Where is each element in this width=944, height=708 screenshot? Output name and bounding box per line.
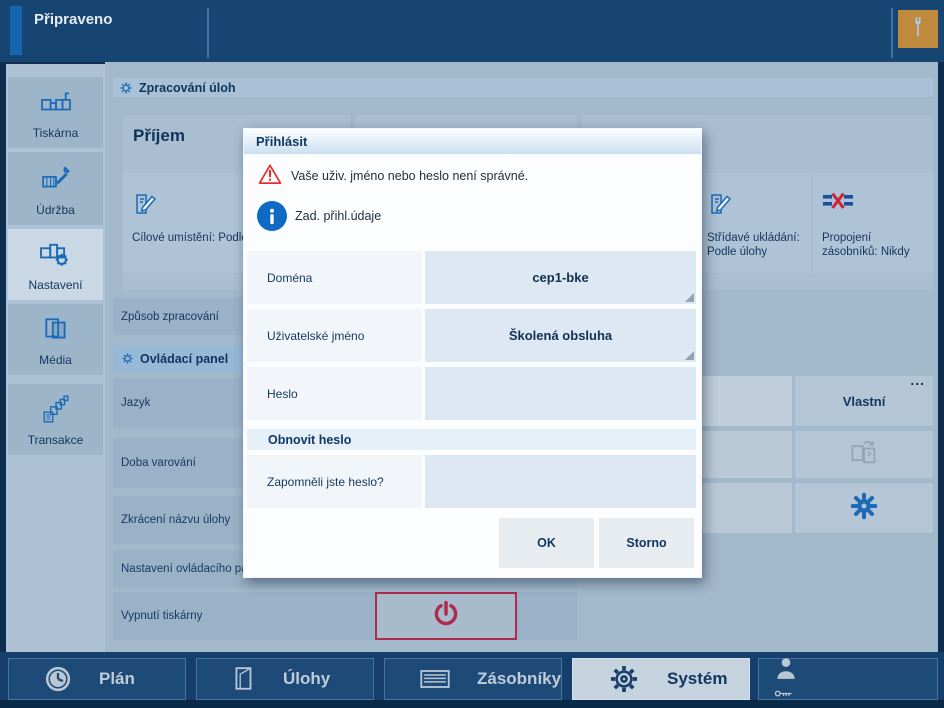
printer-settings-icon <box>38 229 74 278</box>
tab-plan[interactable]: Plán <box>8 658 186 700</box>
settings-gear-button[interactable] <box>795 483 933 533</box>
login-info-message: Zad. přihl.údaje <box>257 201 381 231</box>
sidebar: Tiskárna Údržba Nastavení Média Transakc… <box>6 64 105 652</box>
domain-label: Doména <box>247 251 422 304</box>
section-title: Zpracování úloh <box>139 80 236 95</box>
info-icon <box>257 201 287 231</box>
username-label: Uživatelské jméno <box>247 309 422 362</box>
tab-label: Úlohy <box>283 669 331 688</box>
copy-pages-icon <box>849 438 879 471</box>
dialog-title-bar: Přihlásit <box>244 129 701 154</box>
card-propojeni-zasobniku[interactable]: Propojení zásobníků: Nikdy <box>813 173 933 273</box>
right-row-cell <box>702 431 792 478</box>
sidebar-item-transakce[interactable]: Transakce <box>8 384 103 455</box>
tab-system[interactable]: Systém <box>572 658 750 700</box>
power-icon <box>430 598 462 635</box>
login-dialog: Přihlásit Vaše uživ. jméno nebo heslo ne… <box>243 128 702 578</box>
right-row-cell <box>702 483 792 533</box>
section-title: Ovládací panel <box>140 351 229 366</box>
row-label: Zkrácení názvu úlohy <box>121 514 231 526</box>
job-processing-icon <box>119 81 133 95</box>
sidebar-item-label: Údržba <box>36 203 75 217</box>
row-label: Vypnutí tiskárny <box>121 610 203 622</box>
domain-input[interactable]: cep1-bke <box>425 251 696 304</box>
system-gear-icon <box>607 662 641 696</box>
cancel-button[interactable]: Storno <box>599 518 694 568</box>
gear-icon <box>849 491 879 526</box>
tab-label: Plán <box>99 669 135 688</box>
wrench-icon <box>907 12 929 47</box>
copy-settings-button-disabled[interactable] <box>795 431 933 478</box>
reset-password-section-header: Obnovit heslo <box>247 429 696 450</box>
tab-zasobniky[interactable]: Zásobníky <box>384 658 562 700</box>
clock-icon <box>43 664 73 694</box>
card-stridave-ukladani[interactable]: Střídavé ukládání: Podle úlohy <box>698 173 810 273</box>
login-user-button[interactable] <box>758 656 938 700</box>
username-input[interactable]: Školená obsluha <box>425 309 696 362</box>
forgot-password-label: Zapomněli jste heslo? <box>247 455 422 508</box>
printer-icon <box>39 77 73 126</box>
bottom-nav-bar: Plán Úlohy Zásobníky Systém <box>0 652 944 700</box>
control-panel-icon <box>121 352 134 365</box>
resize-grip-icon <box>685 293 694 302</box>
jobs-document-icon <box>231 664 257 694</box>
sidebar-item-label: Tiskárna <box>32 126 79 140</box>
status-accent-bar <box>10 6 22 55</box>
service-wrench-button[interactable] <box>898 10 938 48</box>
custom-button[interactable]: ... Vlastní <box>795 372 933 426</box>
resize-grip-icon <box>685 351 694 360</box>
row-label: Způsob zpracování <box>121 310 219 323</box>
edit-pencil-icon <box>707 194 733 221</box>
topbar-divider <box>891 8 893 58</box>
tab-ulohy[interactable]: Úlohy <box>196 658 374 700</box>
login-error-message: Vaše uživ. jméno nebo heslo není správné… <box>258 163 528 188</box>
power-off-button[interactable] <box>375 592 517 640</box>
panel-title-prijem: Příjem <box>133 126 185 145</box>
password-input[interactable] <box>425 367 696 420</box>
section-header-zpracovani-uloh: Zpracování úloh <box>113 78 933 97</box>
more-dots: ... <box>910 372 925 388</box>
forgot-password-input[interactable] <box>425 455 696 508</box>
edit-pencil-icon <box>132 194 158 221</box>
user-icon <box>773 656 799 685</box>
ok-button[interactable]: OK <box>499 518 594 568</box>
topbar-divider <box>207 8 209 58</box>
trays-icon <box>419 666 451 692</box>
right-row-cell <box>702 376 792 426</box>
bottom-border <box>0 700 944 708</box>
transactions-icon <box>41 384 71 433</box>
username-value: Školená obsluha <box>508 328 613 343</box>
printer-control-screen: Připraveno Tiskárna Údržba Nastavení Méd… <box>0 0 944 708</box>
password-label: Heslo <box>247 367 422 420</box>
media-sheets-icon <box>41 304 71 353</box>
card-label: Střídavé ukládání: Podle úlohy <box>707 232 800 258</box>
warning-icon <box>258 163 282 188</box>
custom-button-label: Vlastní <box>842 393 886 409</box>
sidebar-item-media[interactable]: Média <box>8 304 103 375</box>
tray-link-off-icon <box>822 192 854 215</box>
error-text: Vaše uživ. jméno nebo heslo není správné… <box>291 168 529 183</box>
row-label: Jazyk <box>121 397 151 409</box>
top-status-bar: Připraveno <box>0 0 944 62</box>
domain-value: cep1-bke <box>532 270 589 285</box>
sidebar-item-udrzba[interactable]: Údržba <box>8 152 103 225</box>
status-text: Připraveno <box>34 11 113 28</box>
row-label: Doba varování <box>121 457 196 469</box>
sidebar-item-label: Média <box>39 353 72 367</box>
maintenance-icon <box>39 152 73 203</box>
tab-label: Zásobníky <box>477 669 562 688</box>
sidebar-item-label: Nastavení <box>28 278 83 292</box>
sidebar-item-nastaveni[interactable]: Nastavení <box>8 229 103 300</box>
sidebar-item-tiskarna[interactable]: Tiskárna <box>8 77 103 148</box>
sidebar-item-label: Transakce <box>27 433 84 447</box>
card-label: Propojení zásobníků: Nikdy <box>822 232 910 258</box>
info-text: Zad. přihl.údaje <box>295 209 382 223</box>
tab-label: Systém <box>667 669 728 688</box>
